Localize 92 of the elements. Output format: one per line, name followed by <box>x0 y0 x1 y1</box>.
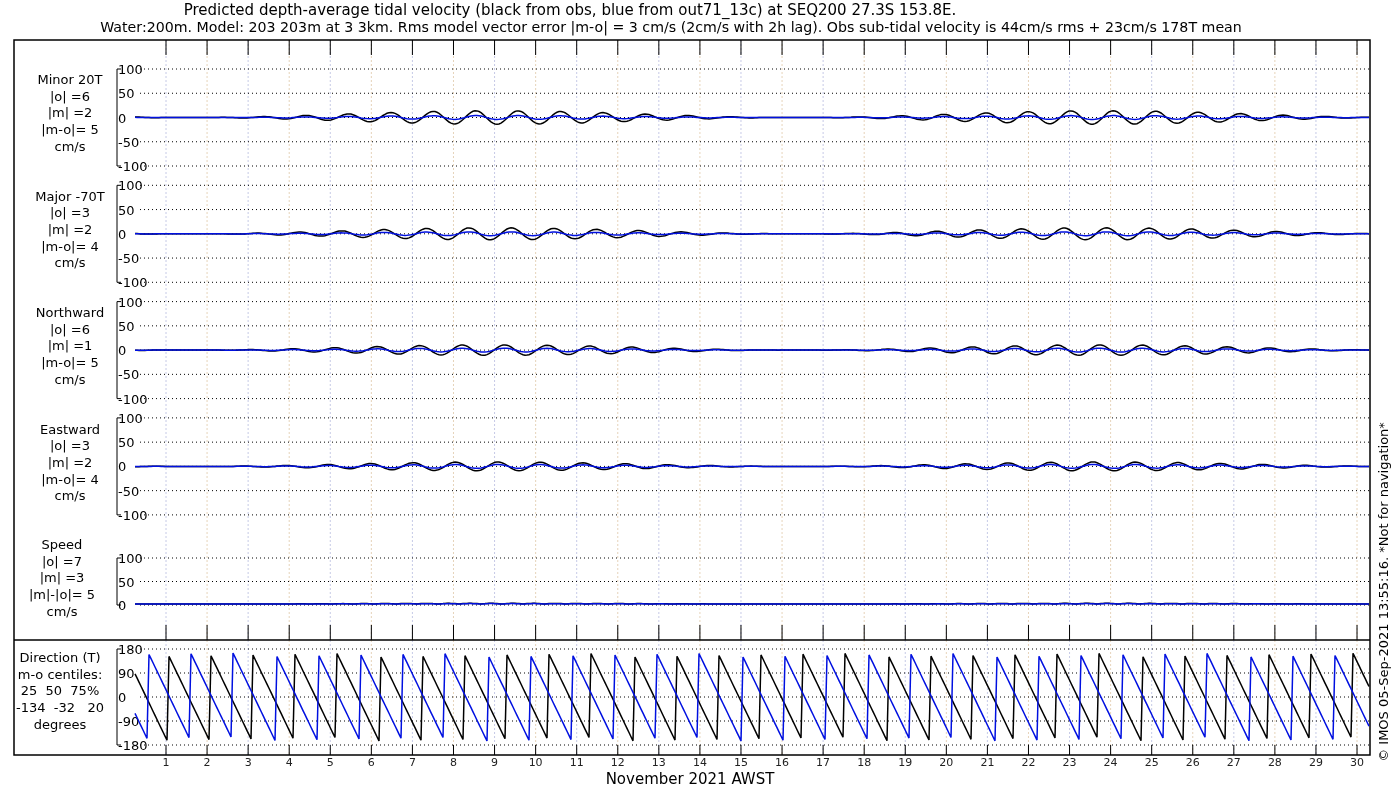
axis-tick-label: 20 <box>939 756 954 769</box>
axis-tick-label: 24 <box>1103 756 1118 769</box>
axis-tick-label: 14 <box>692 756 707 769</box>
axis-tick-label: 5 <box>326 756 334 769</box>
axis-tick-label: 50 <box>118 318 135 334</box>
axis-tick-label: 50 <box>118 202 135 218</box>
axis-tick-label: -50 <box>118 251 140 267</box>
panel-label: m-o centiles: <box>17 666 103 682</box>
axis-tick-label: 10 <box>528 756 543 769</box>
axis-tick-label: 2 <box>203 756 211 769</box>
panel-label: cm/s <box>54 255 86 271</box>
panel-label: |o| =6 <box>50 321 90 337</box>
panel-label: Minor 20T <box>37 72 103 87</box>
axis-tick-label: 180 <box>118 642 143 657</box>
axis-tick-label: 0 <box>118 459 127 475</box>
panel-label: degrees <box>33 716 87 732</box>
axis-tick-label: -100 <box>118 507 148 523</box>
axis-tick-label: 0 <box>118 343 127 359</box>
axis-tick-label: 100 <box>118 294 143 310</box>
axis-tick-label: 100 <box>118 551 143 566</box>
axis-title: November 2021 AWST <box>605 770 775 788</box>
panel-label: Eastward <box>40 421 100 437</box>
axis-tick-label: 8 <box>450 756 457 769</box>
panel-label: |m-o|= 5 <box>41 122 99 138</box>
axis-tick-label: 3 <box>244 756 252 769</box>
axis-tick-label: 50 <box>118 86 135 102</box>
axis-tick-label: 17 <box>816 756 831 769</box>
axis-tick-label: 23 <box>1062 756 1077 769</box>
axis-tick-label: 28 <box>1267 756 1282 769</box>
panel-label: |m-o|= 5 <box>41 355 99 371</box>
axis-tick-label: -100 <box>118 275 148 291</box>
panel-label: |m-o|= 4 <box>41 471 99 487</box>
axis-tick-label: 90 <box>118 666 135 681</box>
panel-label: |m-o|= 4 <box>41 238 99 254</box>
axis-tick-label: 13 <box>651 756 666 769</box>
panel-label: Direction (T) <box>19 650 101 665</box>
panel-label: |m|-|o|= 5 <box>28 587 96 603</box>
panel-label: |o| =6 <box>50 88 90 104</box>
axis-tick-label: 100 <box>118 410 143 426</box>
panel-label: cm/s <box>54 488 86 504</box>
chart-title: Predicted depth-average tidal velocity (black from obs, blue from out71_13c) at SEQ200 27.3S 153.8E. <box>183 1 957 19</box>
axis-tick-label: 50 <box>118 435 135 451</box>
axis-tick-label: 15 <box>734 756 748 769</box>
chart-title: Water:200m. Model: 203 203m at 3 3km. Rms model vector error |m-o| = 3 cm/s (2cm/s with 2h lag). Obs sub-tidal velocity is 44cm/s rms + 23cm/s 178T mean <box>100 19 1242 35</box>
panel-label: |m| =2 <box>47 221 93 237</box>
axis-tick-label: 0 <box>118 598 127 613</box>
axis-tick-label: 19 <box>898 756 913 769</box>
axis-tick-label: -180 <box>118 738 148 753</box>
axis-tick-label: 0 <box>118 226 127 242</box>
panel-label: 25 50 75% <box>20 683 100 699</box>
axis-tick-label: 100 <box>118 178 143 194</box>
axis-tick-label: 7 <box>408 756 416 769</box>
axis-tick-label: 27 <box>1226 756 1241 769</box>
axis-tick-label: -50 <box>118 134 140 150</box>
panel-label: Northward <box>35 305 105 320</box>
panel-label: |m| =1 <box>47 338 93 354</box>
axis-tick-label: 18 <box>857 756 872 769</box>
axis-tick-label: 0 <box>118 110 127 126</box>
axis-tick-label: 9 <box>491 756 499 769</box>
axis-tick-label: -100 <box>118 159 148 174</box>
axis-tick-label: -90 <box>118 714 140 729</box>
axis-tick-label: 0 <box>118 690 127 705</box>
axis-tick-label: 25 <box>1144 756 1159 769</box>
axis-tick-label: 6 <box>367 756 375 769</box>
panel-label: |o| =3 <box>50 205 90 221</box>
panel-label: cm/s <box>54 138 86 154</box>
panel-label: cm/s <box>54 371 86 387</box>
panel-label: |o| =3 <box>50 438 90 454</box>
axis-tick-label: -50 <box>118 367 140 383</box>
panel-label: |m| =2 <box>47 454 93 470</box>
axis-tick-label: 50 <box>118 574 135 590</box>
axis-tick-label: 1 <box>162 756 170 769</box>
axis-tick-label: 16 <box>775 756 790 769</box>
panel-label: -134 -32 20 <box>16 700 104 716</box>
panel-label: |m| =3 <box>39 570 85 586</box>
axis-tick-label: 11 <box>569 756 584 769</box>
axis-tick-label: 22 <box>1021 756 1036 769</box>
axis-tick-label: 30 <box>1350 756 1365 769</box>
axis-tick-label: 29 <box>1308 756 1323 769</box>
axis-tick-label: 26 <box>1185 756 1200 769</box>
axis-tick-label: -100 <box>118 391 148 407</box>
panel-label: cm/s <box>46 603 78 619</box>
axis-tick-label: -50 <box>118 483 140 499</box>
axis-tick-label: 100 <box>118 62 143 77</box>
axis-tick-label: 21 <box>980 756 995 769</box>
panel-label: |m| =2 <box>47 105 93 121</box>
panel-label: |o| =7 <box>42 553 82 569</box>
axis-tick-label: 12 <box>610 756 625 769</box>
panel-label: Speed <box>41 537 83 552</box>
panel-label: Major -70T <box>35 188 105 204</box>
copyright-note: © IMOS 05-Sep-2021 13:55:16. *Not for navigation* <box>1376 422 1391 762</box>
axis-tick-label: 4 <box>285 756 293 769</box>
